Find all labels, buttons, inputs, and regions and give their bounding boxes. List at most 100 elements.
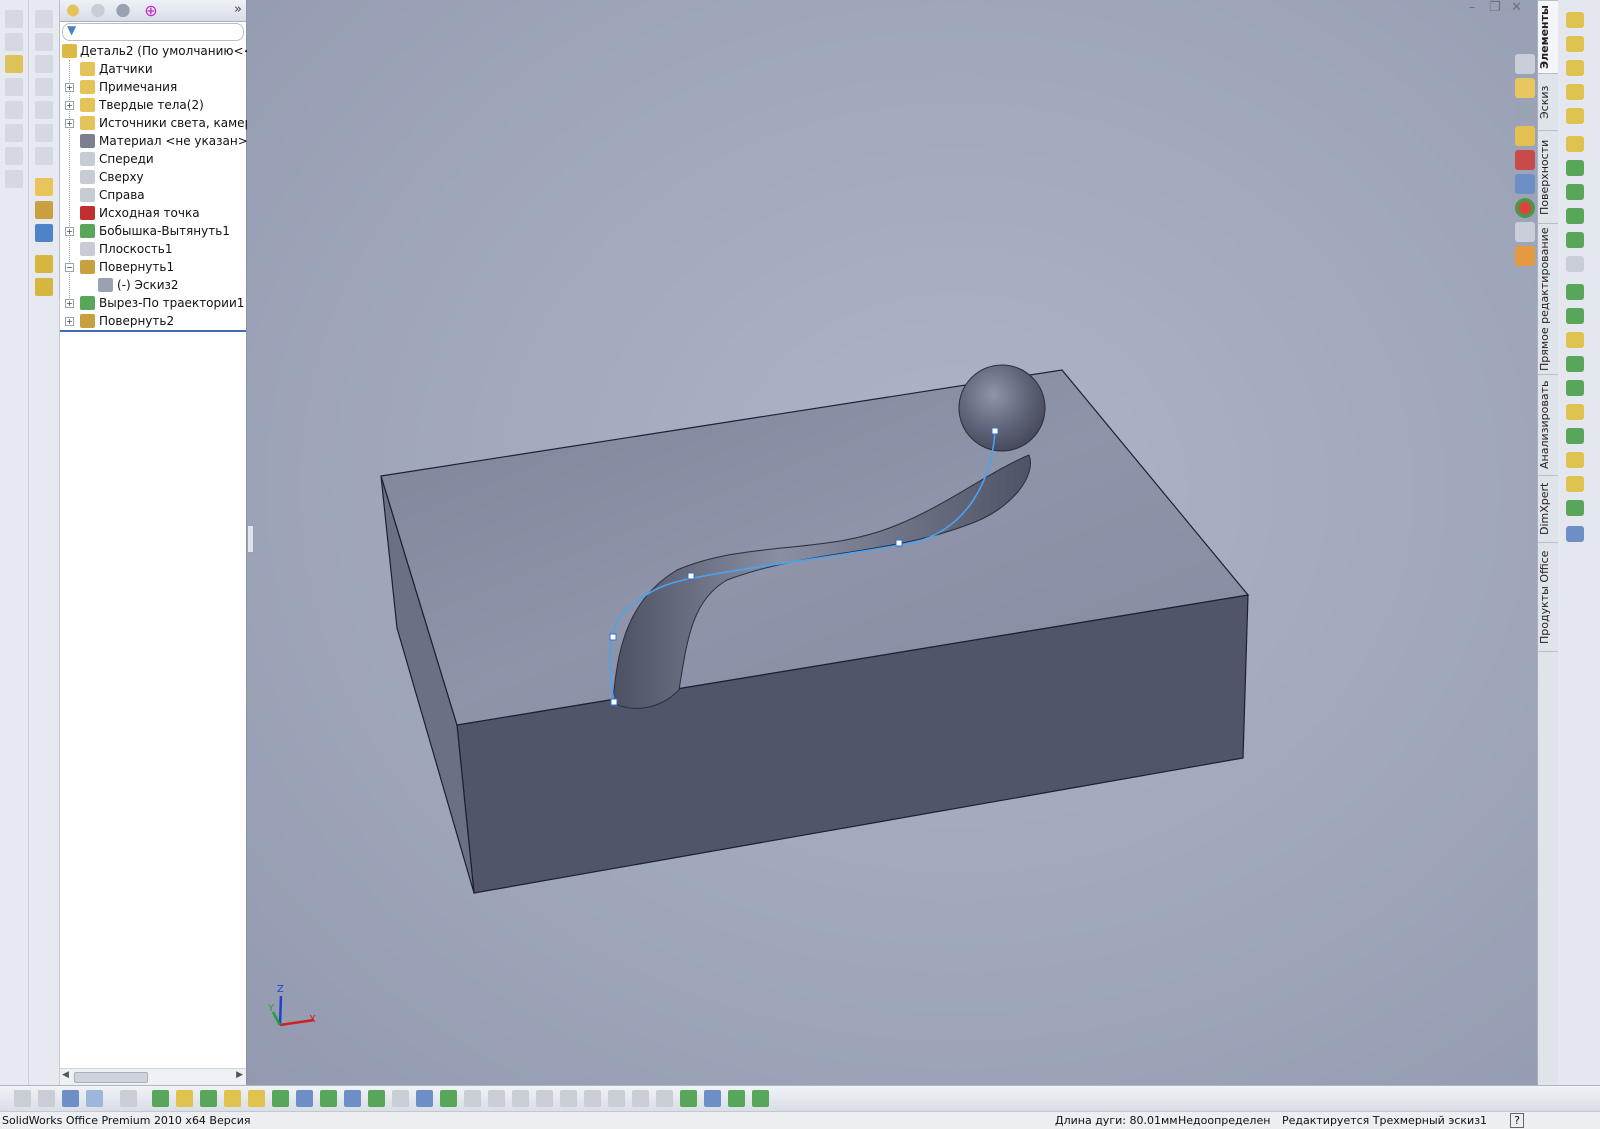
line-tool-icon[interactable]	[5, 55, 23, 73]
curves-icon[interactable]	[1566, 500, 1584, 516]
add-relation-icon[interactable]	[35, 201, 53, 219]
selection-filter-icon[interactable]	[440, 1090, 457, 1107]
toolbox-icon[interactable]	[1515, 150, 1535, 170]
selection-filter-icon[interactable]	[728, 1090, 745, 1107]
selection-filter-icon[interactable]	[368, 1090, 385, 1107]
feature-manager-tab-icon[interactable]	[62, 1, 84, 20]
selection-filter-icon[interactable]	[320, 1090, 337, 1107]
view-iso-icon[interactable]	[35, 147, 53, 165]
swept-cut-icon[interactable]	[1566, 208, 1584, 224]
selection-filter-icon[interactable]	[224, 1090, 241, 1107]
open-folder-icon[interactable]	[1515, 126, 1535, 146]
selection-filter-icon[interactable]	[14, 1090, 31, 1107]
move-entities-icon[interactable]	[35, 224, 53, 242]
tab-evaluate[interactable]: Анализировать	[1538, 374, 1558, 476]
expand-toggle-icon[interactable]: +	[65, 119, 74, 128]
fillet-icon[interactable]	[1566, 284, 1584, 300]
edit-sketch-icon[interactable]	[35, 178, 53, 196]
tab-office-products[interactable]: Продукты Office	[1538, 542, 1558, 652]
file-explorer-icon[interactable]	[1515, 246, 1535, 266]
expand-toggle-icon[interactable]: +	[65, 101, 74, 110]
selection-filter-icon[interactable]	[38, 1090, 55, 1107]
view-palette-icon[interactable]	[1515, 102, 1535, 122]
rib-icon[interactable]	[1566, 332, 1584, 348]
property-manager-tab-icon[interactable]	[87, 1, 109, 20]
selection-filter-icon[interactable]	[200, 1090, 217, 1107]
spline-point[interactable]	[610, 698, 618, 706]
revolved-cut-icon[interactable]	[1566, 184, 1584, 200]
circle-tool-icon[interactable]	[5, 101, 23, 119]
dimxpert-manager-tab-icon[interactable]: ⊕	[140, 1, 162, 20]
extruded-cut-icon[interactable]	[1566, 136, 1584, 152]
selection-filter-icon[interactable]	[704, 1090, 721, 1107]
tab-dimxpert[interactable]: DimXpert	[1538, 475, 1558, 543]
swept-boss-icon[interactable]	[1566, 60, 1584, 76]
appearance-icon[interactable]	[1515, 198, 1535, 218]
view-front-icon[interactable]	[35, 10, 53, 28]
tab-sketch[interactable]: Эскиз	[1538, 73, 1558, 131]
scroll-left-icon[interactable]: ◀	[62, 1070, 69, 1080]
expand-toggle-icon[interactable]: +	[65, 299, 74, 308]
spline-point[interactable]	[991, 427, 999, 435]
save-icon[interactable]	[1515, 54, 1535, 74]
selection-filter-icon[interactable]	[296, 1090, 313, 1107]
tree-rollback-bar[interactable]	[60, 330, 246, 332]
selection-filter-icon[interactable]	[176, 1090, 193, 1107]
selection-filter-icon[interactable]	[392, 1090, 409, 1107]
selection-filter-icon[interactable]	[86, 1090, 103, 1107]
instant3d-icon[interactable]	[1566, 526, 1584, 542]
view-top-icon[interactable]	[35, 101, 53, 119]
graphics-viewport[interactable]: – ❐ ✕ X Z Y	[247, 0, 1537, 1085]
selection-filter-icon[interactable]	[680, 1090, 697, 1107]
selection-filter-icon[interactable]	[512, 1090, 529, 1107]
view-right-icon[interactable]	[35, 78, 53, 96]
scroll-right-icon[interactable]: ▶	[236, 1070, 243, 1080]
tree-filter-input[interactable]: ▼	[62, 23, 244, 41]
expand-toggle-icon[interactable]: +	[65, 317, 74, 326]
shell-icon[interactable]	[1566, 380, 1584, 396]
selection-filter-icon[interactable]	[416, 1090, 433, 1107]
selection-filter-icon[interactable]	[608, 1090, 625, 1107]
tree-horizontal-scrollbar[interactable]: ◀ ▶	[60, 1068, 246, 1085]
selection-filter-icon[interactable]	[560, 1090, 577, 1107]
spline-point[interactable]	[895, 539, 903, 547]
expand-toggle-icon[interactable]: +	[65, 227, 74, 236]
lofted-boss-icon[interactable]	[1566, 84, 1584, 100]
selection-filter-icon[interactable]	[344, 1090, 361, 1107]
reference-geometry-icon[interactable]	[1566, 476, 1584, 492]
selection-filter-icon[interactable]	[120, 1090, 137, 1107]
spline-tool-icon[interactable]	[5, 147, 23, 165]
view-left-icon[interactable]	[35, 55, 53, 73]
selection-filter-icon[interactable]	[464, 1090, 481, 1107]
expand-panel-chevron-icon[interactable]: »	[234, 2, 242, 17]
view-back-icon[interactable]	[35, 33, 53, 51]
boundary-cut-icon[interactable]	[1566, 256, 1584, 272]
wrap-icon[interactable]	[1566, 404, 1584, 420]
3d-sketch-icon[interactable]	[35, 255, 53, 273]
selection-filter-icon[interactable]	[752, 1090, 769, 1107]
draft-icon[interactable]	[1566, 356, 1584, 372]
selection-filter-icon[interactable]	[536, 1090, 553, 1107]
selection-filter-icon[interactable]	[62, 1090, 79, 1107]
status-help-icon[interactable]: ?	[1510, 1113, 1524, 1128]
arc-tool-icon[interactable]	[5, 124, 23, 142]
smart-dimension-icon[interactable]	[5, 33, 23, 51]
lofted-cut-icon[interactable]	[1566, 232, 1584, 248]
spline-point[interactable]	[609, 633, 617, 641]
collapse-toggle-icon[interactable]: −	[65, 263, 74, 272]
selection-filter-icon[interactable]	[656, 1090, 673, 1107]
selection-filter-icon[interactable]	[152, 1090, 169, 1107]
tab-surfaces[interactable]: Поверхности	[1538, 130, 1558, 224]
home-icon[interactable]	[1515, 78, 1535, 98]
custom-properties-icon[interactable]	[1515, 222, 1535, 242]
linear-pattern-icon[interactable]	[1566, 308, 1584, 324]
selection-filter-icon[interactable]	[584, 1090, 601, 1107]
selection-filter-icon[interactable]	[632, 1090, 649, 1107]
selection-filter-icon[interactable]	[488, 1090, 505, 1107]
mirror-icon[interactable]	[1566, 452, 1584, 468]
tab-direct-editing[interactable]: Прямое редактирование	[1538, 223, 1558, 375]
spline-point[interactable]	[687, 572, 695, 580]
extrude-boss-icon[interactable]	[1566, 12, 1584, 28]
selection-filter-icon[interactable]	[272, 1090, 289, 1107]
convert-entities-icon[interactable]	[35, 278, 53, 296]
